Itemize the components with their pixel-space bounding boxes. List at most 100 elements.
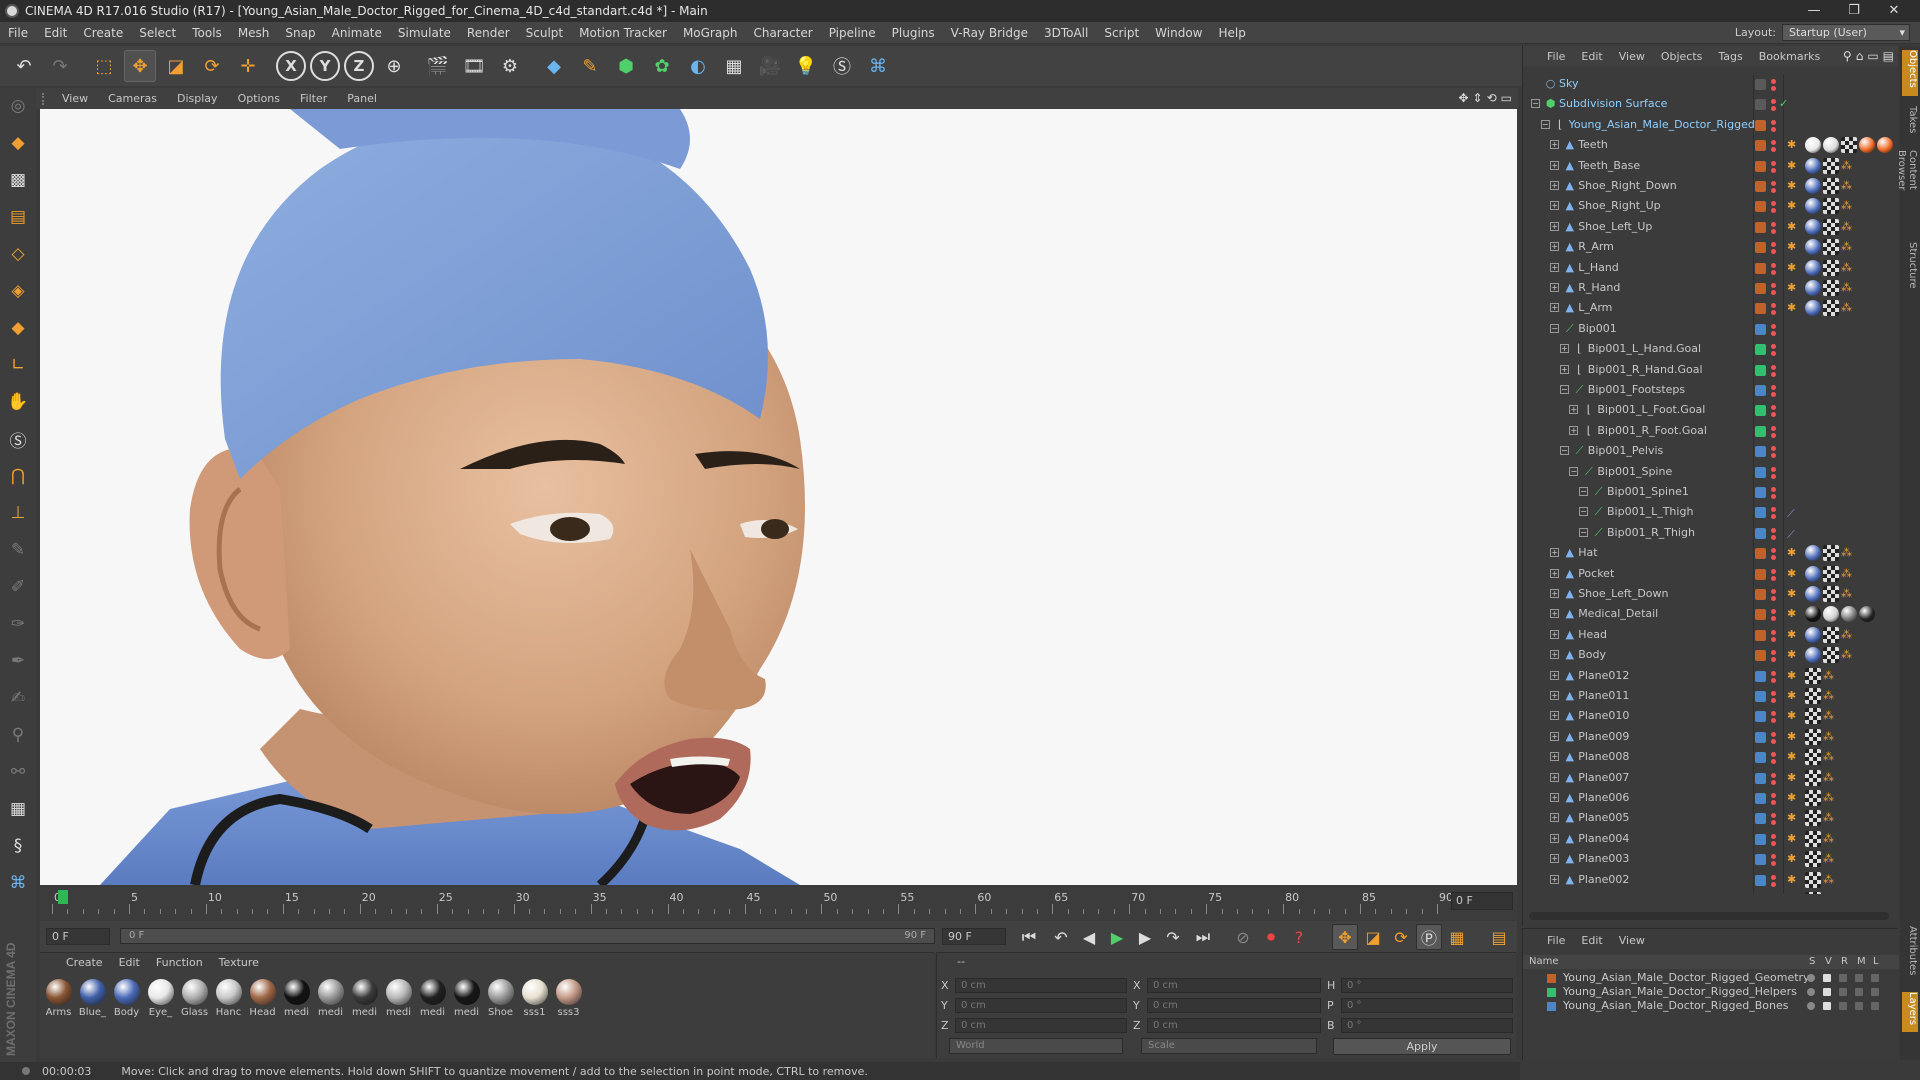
editor-visibility-dot[interactable]	[1771, 385, 1776, 390]
material-tag-icon[interactable]	[1859, 606, 1875, 623]
layer-color-swatch[interactable]	[1755, 99, 1766, 111]
selection-tag-icon[interactable]: ⁂	[1823, 831, 1839, 847]
object-row[interactable]: − ⟋ Bip001_Spine	[1523, 462, 1899, 482]
layer-color-swatch[interactable]	[1755, 568, 1766, 580]
uvw-tag-icon[interactable]	[1805, 728, 1821, 745]
edges-mode-icon[interactable]: ◈	[3, 276, 33, 306]
render-visibility-dot[interactable]	[1771, 596, 1776, 601]
objects-menu-view[interactable]: View	[1619, 50, 1645, 63]
editor-visibility-dot[interactable]	[1771, 731, 1776, 737]
layer-lock-icon[interactable]	[1871, 988, 1879, 996]
editor-visibility-dot[interactable]	[1771, 283, 1776, 288]
render-visibility-dot[interactable]	[1771, 330, 1776, 336]
material-tag-icon[interactable]	[1805, 178, 1821, 194]
menu-plugins[interactable]: Plugins	[884, 26, 943, 40]
uvw-tag-icon[interactable]	[1823, 259, 1839, 276]
layer-row[interactable]: Young_Asian_Male_Doctor_Rigged_Helpers	[1523, 985, 1899, 999]
render-visibility-dot[interactable]	[1771, 290, 1776, 295]
skin-tag-icon[interactable]: ✱	[1787, 198, 1803, 214]
material-menu-create[interactable]: Create	[66, 956, 103, 973]
layer-render-icon[interactable]	[1839, 974, 1847, 982]
editor-visibility-dot[interactable]	[1771, 487, 1776, 492]
autokey-icon[interactable]: ⏺	[1258, 924, 1284, 950]
render-visibility-dot[interactable]	[1771, 188, 1776, 193]
python-script-icon[interactable]: ⌘	[3, 868, 33, 898]
coordinate-space-dropdown[interactable]: World	[949, 1038, 1123, 1054]
layer-color-swatch[interactable]	[1755, 487, 1766, 498]
rotate-tool-icon[interactable]: ⟳	[196, 50, 228, 82]
selection-tag-icon[interactable]: ⁂	[1841, 300, 1857, 316]
render-visibility-dot[interactable]	[1771, 208, 1776, 214]
uvw-tag-icon[interactable]	[1805, 851, 1821, 868]
object-row[interactable]: + ▲ Shoe_Left_Up ✱ ⁂	[1523, 217, 1899, 237]
uvw-tag-icon[interactable]	[1823, 218, 1839, 235]
new-view-icon[interactable]: ▭	[1867, 49, 1878, 63]
minimize-button[interactable]: —	[1794, 0, 1834, 22]
live-selection-icon[interactable]: ⬚	[88, 50, 120, 82]
object-row[interactable]: − ⟋ Bip001_Spine1	[1523, 482, 1899, 502]
editor-visibility-dot[interactable]	[1771, 874, 1776, 880]
skin-tag-icon[interactable]: ✱	[1787, 810, 1803, 826]
expand-toggle-icon[interactable]: +	[1550, 548, 1560, 558]
layers-menu-edit[interactable]: Edit	[1581, 934, 1602, 947]
object-row[interactable]: − ⟋ Bip001_Pelvis	[1523, 441, 1899, 461]
render-visibility-dot[interactable]	[1771, 555, 1776, 561]
expand-toggle-icon[interactable]: +	[1550, 242, 1560, 252]
render-picture-viewer-icon[interactable]: 🎞	[458, 50, 490, 82]
editor-visibility-dot[interactable]	[1771, 711, 1776, 717]
material-tag-icon[interactable]	[1823, 606, 1839, 623]
skin-tag-icon[interactable]: ✱	[1787, 137, 1803, 153]
material-tag-icon[interactable]	[1805, 565, 1821, 582]
object-name[interactable]: Bip001_L_Thigh	[1607, 502, 1693, 522]
material-tag-icon[interactable]	[1823, 137, 1839, 154]
editor-visibility-dot[interactable]	[1771, 262, 1776, 268]
paint-tool-icon[interactable]: ✍	[3, 683, 33, 713]
uvw-tag-icon[interactable]	[1823, 626, 1839, 643]
skin-tag-icon[interactable]: ✱	[1787, 606, 1803, 622]
render-visibility-dot[interactable]	[1771, 820, 1776, 826]
material-swatch[interactable]: medi	[382, 979, 415, 1018]
tweak-mode-icon[interactable]: ✋	[3, 387, 33, 417]
material-tag-icon[interactable]	[1805, 198, 1821, 215]
editor-visibility-dot[interactable]	[1771, 99, 1776, 105]
layer-color-swatch[interactable]	[1755, 283, 1766, 294]
uvw-tag-icon[interactable]	[1823, 300, 1839, 317]
layer-name[interactable]: Young_Asian_Male_Doctor_Rigged_Helpers	[1563, 985, 1797, 999]
object-name[interactable]: Bip001_Spine	[1597, 462, 1672, 482]
object-name[interactable]: R_Arm	[1578, 237, 1614, 257]
render-visibility-dot[interactable]	[1771, 473, 1776, 479]
key-pla-icon[interactable]: ▦	[1444, 924, 1470, 950]
editor-visibility-dot[interactable]	[1771, 364, 1776, 370]
skin-tag-icon[interactable]: ✱	[1787, 280, 1803, 296]
selection-tag-icon[interactable]: ⁂	[1841, 239, 1857, 255]
layer-color-swatch[interactable]	[1755, 752, 1766, 764]
layer-color-swatch[interactable]	[1755, 303, 1766, 315]
previous-frame-icon[interactable]: ◀	[1076, 924, 1102, 950]
object-name[interactable]: Young_Asian_Male_Doctor_Rigged	[1569, 115, 1755, 135]
camera-icon[interactable]: 🎥	[754, 50, 786, 82]
expand-toggle-icon[interactable]: +	[1550, 772, 1560, 782]
workplane-icon[interactable]: ▤	[3, 202, 33, 232]
expand-toggle-icon[interactable]: +	[1550, 181, 1560, 190]
editor-visibility-dot[interactable]	[1771, 629, 1776, 635]
pos-y-field[interactable]: 0 cm	[955, 998, 1127, 1013]
layer-color-swatch[interactable]	[1755, 364, 1766, 376]
uvw-tag-icon[interactable]	[1805, 708, 1821, 725]
object-name[interactable]: Plane012	[1578, 666, 1629, 686]
material-swatch[interactable]: medi	[348, 979, 381, 1018]
layer-solo-icon[interactable]	[1807, 974, 1815, 982]
layer-color-swatch[interactable]	[1755, 344, 1766, 356]
rot-p-field[interactable]: 0 °	[1341, 998, 1513, 1013]
layer-color-swatch[interactable]	[1755, 466, 1766, 478]
expand-toggle-icon[interactable]: +	[1569, 405, 1579, 415]
expand-toggle-icon[interactable]: +	[1550, 670, 1560, 680]
material-swatch[interactable]: Glass	[178, 979, 211, 1018]
editor-visibility-dot[interactable]	[1771, 79, 1776, 84]
grid-tool-icon[interactable]: ▦	[3, 794, 33, 824]
uvw-tag-icon[interactable]	[1805, 871, 1821, 888]
editor-visibility-dot[interactable]	[1771, 425, 1776, 431]
render-visibility-dot[interactable]	[1771, 167, 1776, 173]
object-name[interactable]: Plane005	[1578, 808, 1629, 828]
cloner-icon[interactable]: ✿	[646, 50, 678, 82]
ik-tag-icon[interactable]: ⟋	[1787, 525, 1803, 541]
